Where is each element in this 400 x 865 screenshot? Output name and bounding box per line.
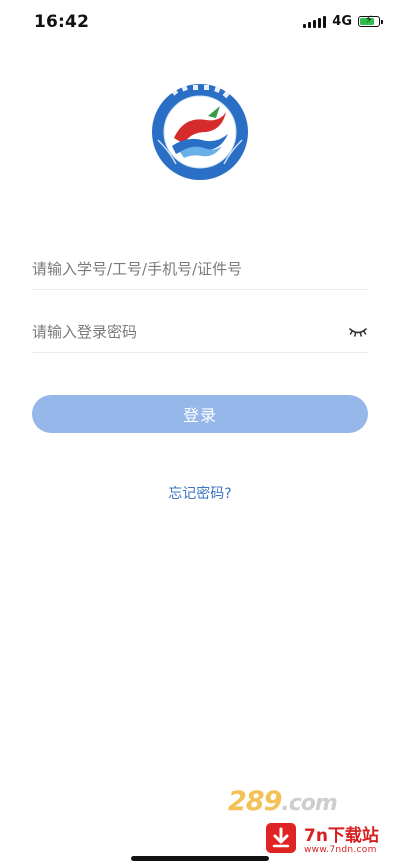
account-field-row [32, 250, 368, 290]
watermark-brand-suffix: .com [281, 791, 337, 816]
signal-icon [303, 15, 327, 28]
password-field-row [32, 313, 368, 353]
watermark-site-url: www.7ndn.com [304, 845, 377, 855]
account-input[interactable] [32, 250, 332, 288]
battery-icon: ⚡ [358, 13, 383, 27]
watermark-badge: 7n下载站 www.7ndn.com [262, 820, 396, 860]
watermark-site-name: 7n下载站 [304, 826, 379, 846]
login-button[interactable]: 登录 [32, 395, 368, 433]
charging-icon: ⚡ [365, 13, 373, 26]
network-type: 4G [332, 14, 352, 29]
eye-closed-icon[interactable] [348, 325, 368, 339]
watermark-289-logo: 289.com [228, 786, 338, 817]
password-input[interactable] [32, 313, 332, 351]
home-indicator [131, 856, 269, 861]
watermark-brand-text: 289 [228, 786, 282, 817]
status-time: 16:42 [34, 12, 90, 32]
download-icon [266, 823, 296, 853]
school-logo [152, 84, 248, 180]
status-bar: 16:42 4G ⚡ [0, 0, 400, 44]
forgot-password-link[interactable]: 忘记密码? [0, 483, 400, 503]
status-indicators: 4G ⚡ [303, 13, 383, 29]
